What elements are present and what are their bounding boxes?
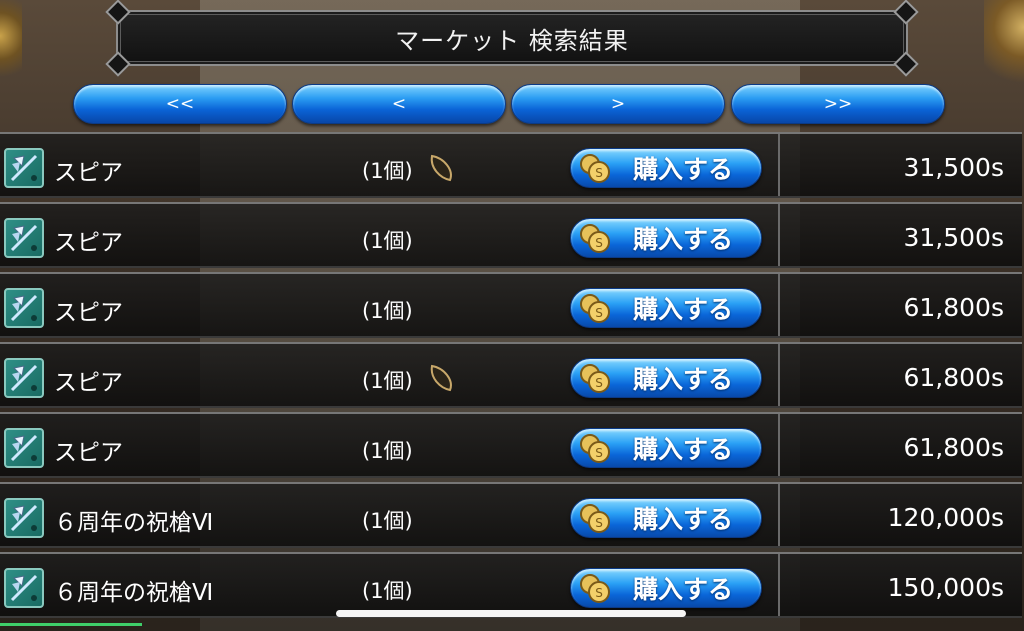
svg-text:S: S — [595, 516, 603, 530]
home-indicator[interactable] — [336, 610, 686, 617]
item-price: 31,500s — [903, 153, 1004, 182]
table-row: スピア (1個) S 購入する 31,500s — [0, 132, 1022, 198]
buy-button-label: 購入する — [633, 435, 734, 464]
coin-icon: S — [577, 360, 613, 396]
column-divider — [778, 344, 780, 406]
svg-text:S: S — [595, 376, 603, 390]
column-divider — [778, 414, 780, 476]
spear-axe-icon — [4, 218, 44, 258]
gold-ornament-right — [984, 0, 1024, 90]
buy-button-label: 購入する — [633, 575, 734, 604]
market-result-list: スピア (1個) S 購入する 31,500s スピア (1個) S 購入する 31,500s スピ… — [0, 132, 1024, 618]
title-bar: マーケット 検索結果 — [105, 0, 919, 77]
table-row: スピア (1個) S 購入する 31,500s — [0, 202, 1022, 268]
spear-axe-icon — [4, 568, 44, 608]
item-quantity: (1個) — [362, 369, 413, 393]
item-name: ６周年の祝槍Ⅵ — [54, 510, 214, 536]
buy-button[interactable]: S 購入する — [570, 358, 762, 398]
svg-text:S: S — [595, 586, 603, 600]
column-divider — [778, 134, 780, 196]
spear-axe-icon — [4, 288, 44, 328]
coin-icon: S — [577, 290, 613, 326]
table-row: ６周年の祝槍Ⅵ (1個) S 購入する 120,000s — [0, 482, 1022, 548]
item-price: 61,800s — [903, 363, 1004, 392]
buy-button[interactable]: S 購入する — [570, 498, 762, 538]
coin-icon: S — [577, 430, 613, 466]
item-price: 120,000s — [887, 503, 1004, 532]
gold-ornament-left — [0, 0, 22, 90]
column-divider — [778, 554, 780, 616]
item-price: 31,500s — [903, 223, 1004, 252]
item-name: ６周年の祝槍Ⅵ — [54, 580, 214, 606]
item-quantity: (1個) — [362, 229, 413, 253]
first-page-button[interactable]: << — [73, 84, 287, 124]
item-price: 61,800s — [903, 293, 1004, 322]
spear-axe-icon — [4, 358, 44, 398]
buy-button[interactable]: S 購入する — [570, 218, 762, 258]
buy-button-label: 購入する — [633, 295, 734, 324]
page-title: マーケット 検索結果 — [395, 26, 629, 55]
coin-icon: S — [577, 150, 613, 186]
item-quantity: (1個) — [362, 439, 413, 463]
svg-text:S: S — [595, 166, 603, 180]
column-divider — [778, 274, 780, 336]
spear-axe-icon — [4, 498, 44, 538]
item-quantity: (1個) — [362, 509, 413, 533]
coin-icon: S — [577, 500, 613, 536]
svg-text:S: S — [595, 236, 603, 250]
column-divider — [778, 204, 780, 266]
item-price: 61,800s — [903, 433, 1004, 462]
svg-text:S: S — [595, 306, 603, 320]
table-row: スピア (1個) S 購入する 61,800s — [0, 412, 1022, 478]
item-quantity: (1個) — [362, 579, 413, 603]
svg-text:S: S — [595, 446, 603, 460]
column-divider — [778, 484, 780, 546]
last-page-button[interactable]: >> — [731, 84, 945, 124]
item-price: 150,000s — [887, 573, 1004, 602]
table-row: スピア (1個) S 購入する 61,800s — [0, 272, 1022, 338]
buy-button[interactable]: S 購入する — [570, 568, 762, 608]
item-quantity: (1個) — [362, 299, 413, 323]
loading-bar — [0, 623, 142, 626]
buy-button[interactable]: S 購入する — [570, 428, 762, 468]
buy-button-label: 購入する — [633, 225, 734, 254]
buy-button-label: 購入する — [633, 155, 734, 184]
next-page-button[interactable]: > — [511, 84, 725, 124]
seed-icon — [426, 152, 456, 184]
coin-icon: S — [577, 220, 613, 256]
item-name: スピア — [54, 160, 123, 186]
item-name: スピア — [54, 300, 123, 326]
item-name: スピア — [54, 230, 123, 256]
coin-icon: S — [577, 570, 613, 606]
buy-button[interactable]: S 購入する — [570, 288, 762, 328]
item-name: スピア — [54, 370, 123, 396]
seed-icon — [426, 362, 456, 394]
spear-axe-icon — [4, 428, 44, 468]
buy-button-label: 購入する — [633, 505, 734, 534]
item-name: スピア — [54, 440, 123, 466]
table-row: スピア (1個) S 購入する 61,800s — [0, 342, 1022, 408]
buy-button[interactable]: S 購入する — [570, 148, 762, 188]
spear-axe-icon — [4, 148, 44, 188]
prev-page-button[interactable]: < — [292, 84, 506, 124]
item-quantity: (1個) — [362, 159, 413, 183]
table-row: ６周年の祝槍Ⅵ (1個) S 購入する 150,000s — [0, 552, 1022, 618]
buy-button-label: 購入する — [633, 365, 734, 394]
